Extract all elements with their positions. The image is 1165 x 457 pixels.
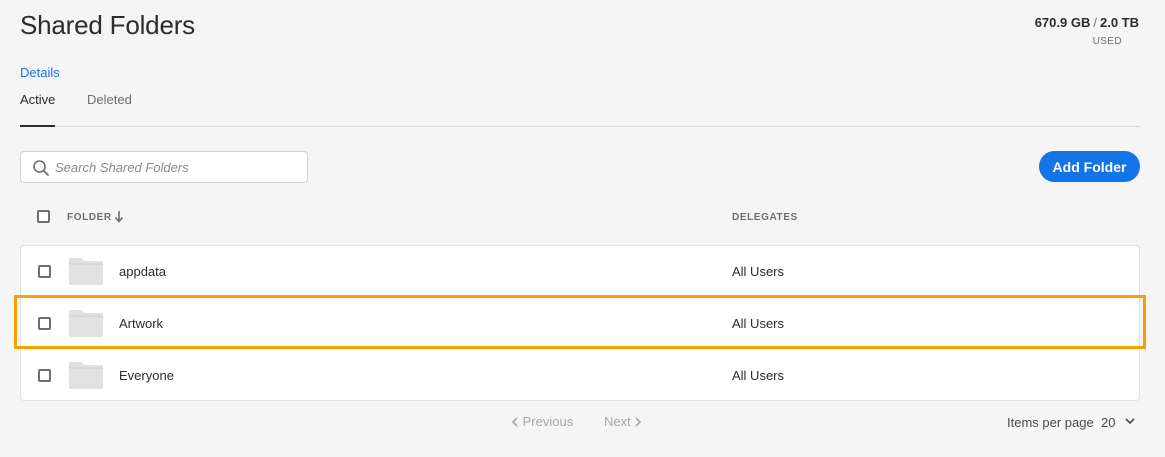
storage-total-value: 2.0 TB bbox=[1099, 15, 1139, 30]
folders-table: appdata All Users Artwork All Users Ever… bbox=[20, 245, 1140, 401]
folder-name[interactable]: Artwork bbox=[119, 316, 163, 331]
next-label: Next bbox=[604, 414, 631, 429]
row-checkbox[interactable] bbox=[38, 369, 51, 382]
folder-delegates: All Users bbox=[732, 316, 785, 331]
storage-amount: 670.9 GB/2.0 TB bbox=[1035, 15, 1139, 30]
folder-delegates: All Users bbox=[732, 368, 785, 383]
table-row[interactable]: Everyone All Users bbox=[21, 350, 1139, 402]
chevron-right-icon bbox=[635, 417, 642, 427]
tab-bar: Active Deleted bbox=[20, 92, 1140, 127]
column-header-delegates: DELEGATES bbox=[732, 212, 798, 223]
sort-down-icon[interactable] bbox=[114, 210, 124, 223]
search-input[interactable] bbox=[55, 152, 295, 182]
previous-page-button[interactable]: Previous bbox=[511, 414, 573, 429]
details-link[interactable]: Details bbox=[20, 65, 60, 80]
folder-name[interactable]: Everyone bbox=[119, 368, 174, 383]
items-per-page-select[interactable]: 20 bbox=[1101, 415, 1115, 430]
tab-deleted[interactable]: Deleted bbox=[87, 92, 132, 119]
add-folder-button[interactable]: Add Folder bbox=[1039, 151, 1140, 182]
tab-active[interactable]: Active bbox=[20, 92, 56, 127]
storage-used-label: USED bbox=[1092, 36, 1122, 47]
chevron-left-icon bbox=[511, 417, 518, 427]
table-row[interactable]: appdata All Users bbox=[21, 246, 1139, 298]
row-checkbox[interactable] bbox=[38, 317, 51, 330]
next-page-button[interactable]: Next bbox=[604, 414, 642, 429]
storage-usage: 670.9 GB/2.0 TB USED bbox=[1035, 15, 1139, 47]
column-header-folder[interactable]: FOLDER bbox=[67, 212, 112, 223]
folder-delegates: All Users bbox=[732, 264, 785, 279]
folder-icon bbox=[69, 362, 103, 389]
folder-name[interactable]: appdata bbox=[119, 264, 166, 279]
folder-icon bbox=[69, 310, 103, 337]
items-per-page-label: Items per page bbox=[1007, 415, 1094, 430]
chevron-down-icon[interactable] bbox=[1125, 417, 1135, 425]
storage-separator: / bbox=[1093, 15, 1097, 30]
page-title: Shared Folders bbox=[20, 10, 195, 40]
search-box bbox=[20, 151, 308, 183]
select-all-checkbox[interactable] bbox=[37, 210, 50, 223]
search-icon bbox=[33, 160, 49, 176]
row-checkbox[interactable] bbox=[38, 265, 51, 278]
table-row[interactable]: Artwork All Users bbox=[21, 298, 1139, 350]
storage-used-value: 670.9 GB bbox=[1034, 15, 1091, 30]
folder-icon bbox=[69, 258, 103, 285]
previous-label: Previous bbox=[522, 414, 574, 429]
